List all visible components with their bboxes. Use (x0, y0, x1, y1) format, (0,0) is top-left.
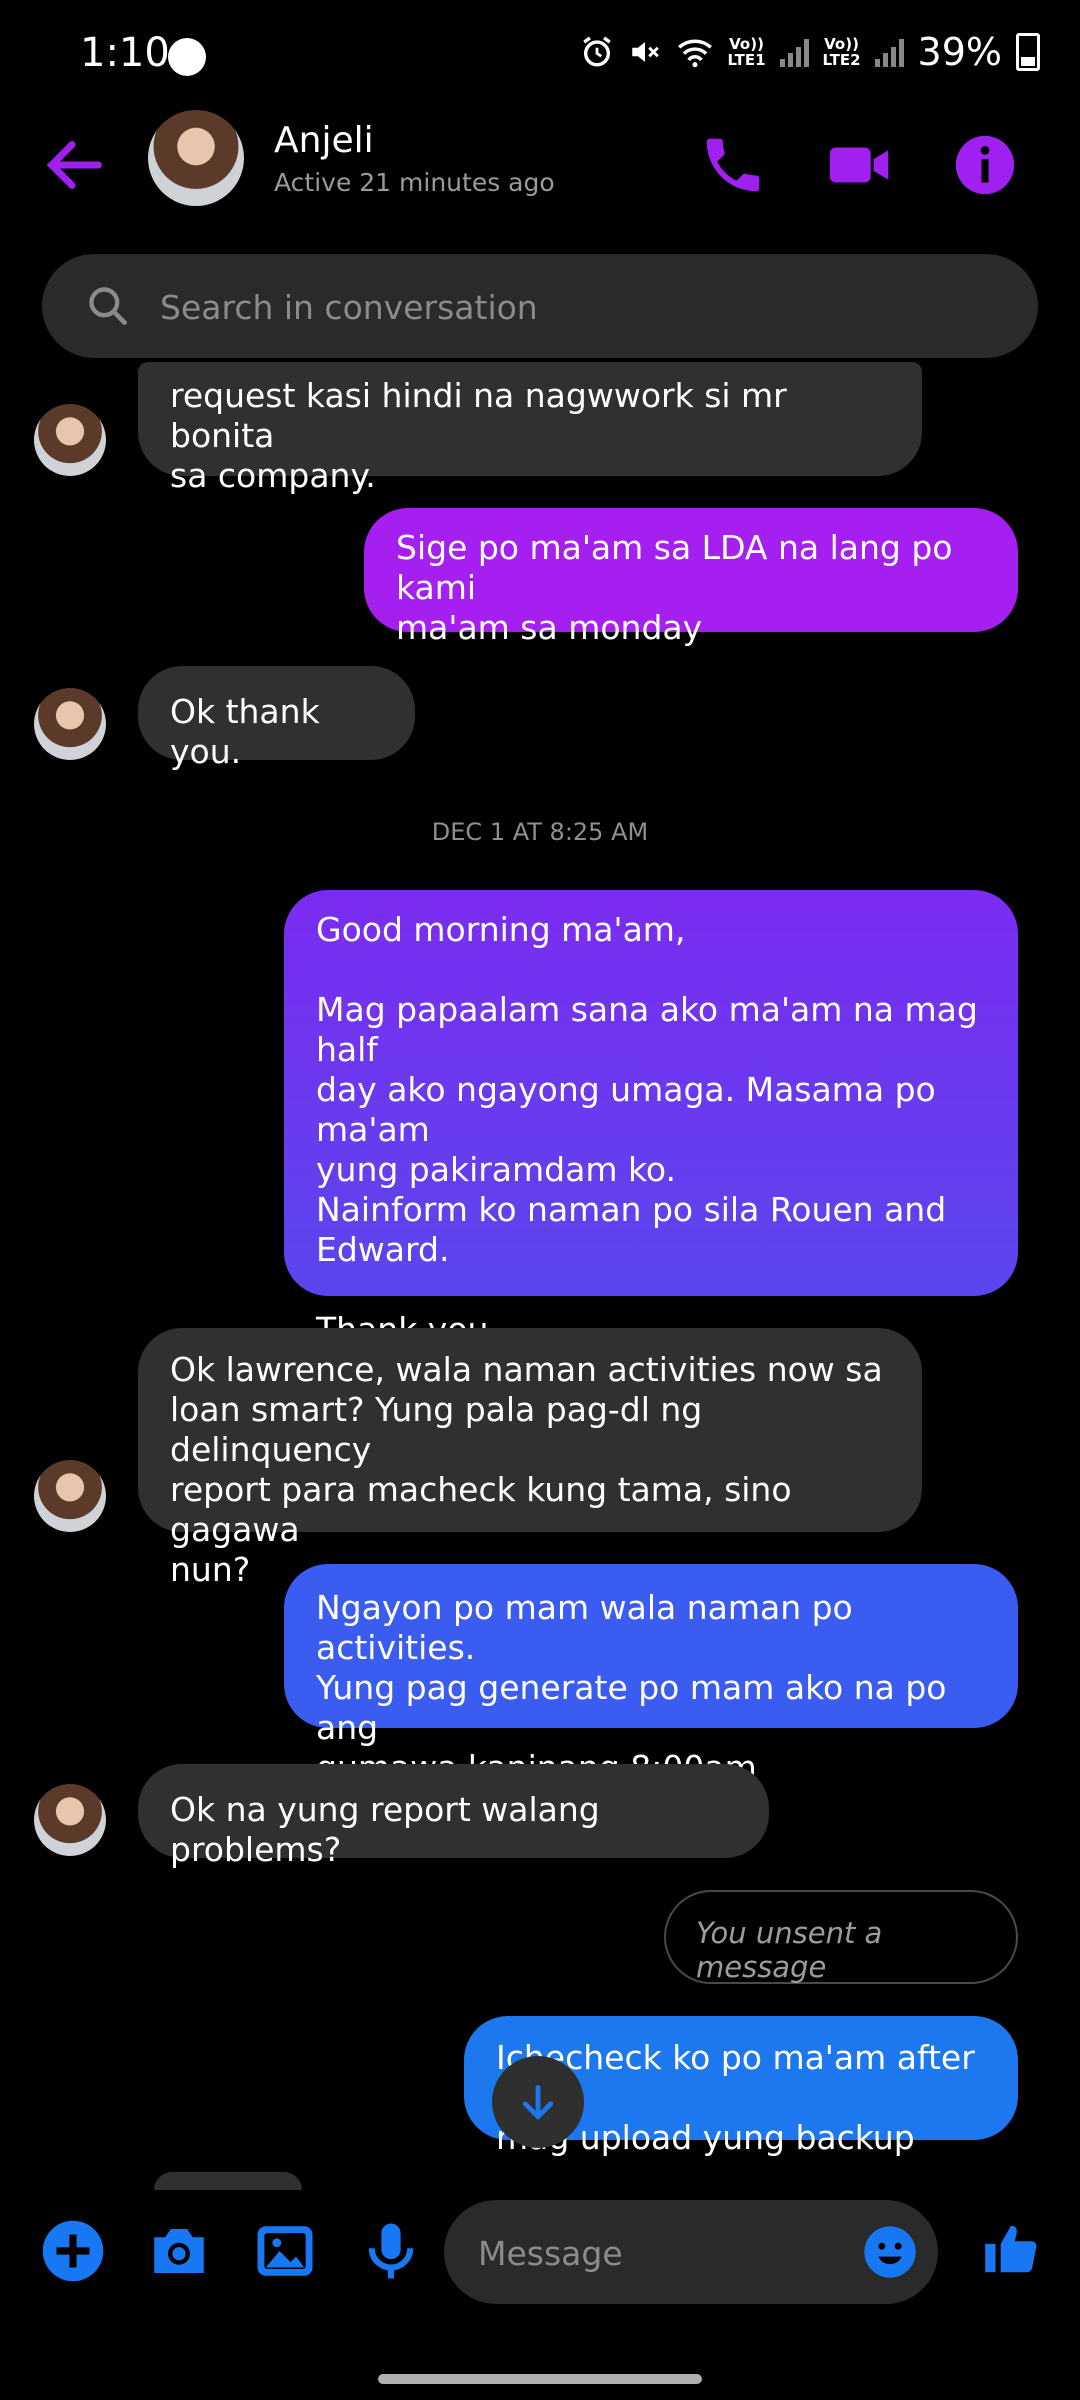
contact-avatar[interactable] (148, 110, 244, 206)
arrow-down-icon (522, 2084, 554, 2121)
emoji-icon[interactable] (862, 2224, 918, 2280)
message-bubble-outgoing[interactable]: Sige po ma'am sa LDA na lang po kami ma'… (364, 508, 1018, 647)
message-bubble-incoming-partial (154, 2172, 302, 2190)
signal-1-icon (779, 37, 809, 67)
message-bubble-incoming[interactable]: Ok lawrence, wala naman activities now s… (138, 1328, 922, 1589)
status-bar: 1:10 Vo)) LTE1 Vo)) LTE2 39% (0, 0, 1080, 120)
unsent-message-notice: You unsent a message (664, 1890, 1018, 1984)
scroll-to-bottom-button[interactable] (492, 2056, 584, 2148)
plus-circle-icon[interactable] (40, 2218, 106, 2284)
lte1-label: Vo)) LTE1 (727, 35, 766, 69)
contact-avatar-small (34, 688, 106, 760)
signal-2-icon (874, 37, 904, 67)
status-icons: Vo)) LTE1 Vo)) LTE2 39% (580, 30, 1040, 74)
message-bubble-outgoing[interactable]: Good morning ma'am, Mag papaalam sana ak… (284, 890, 1018, 1349)
composer-bar (0, 2190, 1080, 2310)
microphone-icon[interactable] (358, 2218, 424, 2284)
battery-percent: 39% (917, 30, 1002, 74)
status-time: 1:10 (80, 30, 170, 76)
wifi-icon (677, 39, 712, 68)
message-bubble-incoming[interactable]: Ok thank you. (138, 666, 415, 771)
contact-avatar-small (34, 1460, 106, 1532)
message-bubble-incoming[interactable]: Ok na yung report walang problems? (138, 1764, 769, 1869)
like-thumbs-up-icon[interactable] (980, 2218, 1042, 2280)
back-arrow-icon[interactable] (40, 130, 110, 200)
mute-icon (631, 42, 659, 62)
info-icon[interactable] (950, 130, 1020, 200)
date-separator: DEC 1 AT 8:25 AM (431, 818, 649, 846)
alarm-icon (582, 36, 611, 67)
video-call-icon[interactable] (824, 130, 894, 200)
message-bubble-incoming[interactable]: request kasi hindi na nagwwork si mr bon… (138, 362, 922, 495)
lte2-label: Vo)) LTE2 (822, 35, 861, 69)
messenger-notification-icon (168, 38, 206, 76)
message-input[interactable] (476, 2220, 840, 2286)
gallery-icon[interactable] (252, 2218, 318, 2284)
camera-icon[interactable] (146, 2218, 212, 2284)
battery-icon (1016, 33, 1040, 71)
search-input[interactable] (158, 274, 982, 340)
contact-name[interactable]: Anjeli (274, 120, 374, 161)
contact-avatar-small (34, 1784, 106, 1856)
message-bubble-outgoing[interactable]: Ngayon po mam wala naman po activities. … (284, 1564, 1018, 1787)
conversation-search[interactable] (42, 254, 1038, 358)
search-icon (89, 287, 127, 325)
phone-call-icon[interactable] (698, 130, 768, 200)
message-composer[interactable] (444, 2200, 938, 2304)
contact-avatar-small (34, 404, 106, 476)
active-status: Active 21 minutes ago (274, 168, 555, 197)
home-indicator (378, 2374, 702, 2384)
